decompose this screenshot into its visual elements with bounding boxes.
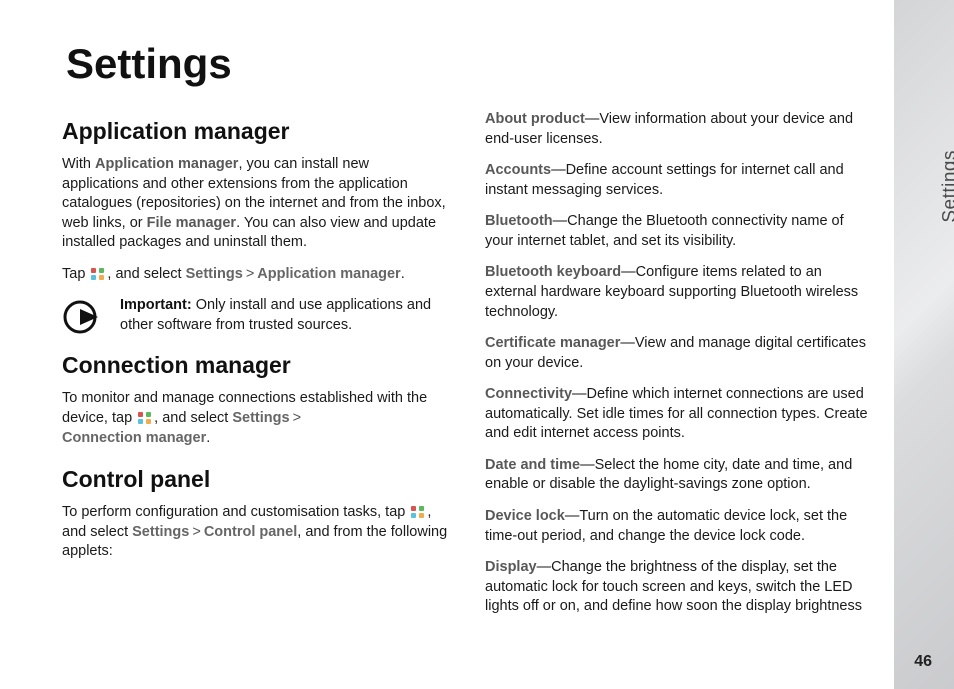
breadcrumb-separator: >	[192, 524, 200, 540]
text: To perform configuration and customisati…	[62, 504, 409, 520]
applet-entry: About product—View information about you…	[485, 110, 872, 149]
applet-label: Device lock	[485, 508, 565, 524]
text: .	[206, 430, 210, 446]
important-note: Important: Only install and use applicat…	[62, 296, 449, 336]
applet-entry: Display—Change the brightness of the dis…	[485, 558, 872, 617]
paragraph-app-manager-path: Tap , and select Settings>Application ma…	[62, 265, 449, 285]
content-area: Settings Application manager With Applic…	[62, 40, 872, 629]
applet-label: Display	[485, 559, 537, 575]
side-tab-label: Settings	[940, 150, 954, 223]
applet-entry: Date and time—Select the home city, date…	[485, 456, 872, 495]
apps-menu-icon	[91, 268, 105, 280]
applet-label: Bluetooth	[485, 213, 553, 229]
applet-label: About product	[485, 111, 585, 127]
path-settings: Settings	[132, 524, 189, 540]
heading-connection-manager: Connection manager	[62, 350, 449, 381]
columns: Application manager With Application man…	[62, 110, 872, 629]
text: , and select	[107, 266, 185, 282]
applet-label: Accounts	[485, 162, 551, 178]
text: .	[401, 266, 405, 282]
paragraph-app-manager-intro: With Application manager, you can instal…	[62, 155, 449, 253]
text: With	[62, 156, 95, 172]
applet-entry: Connectivity—Define which internet conne…	[485, 385, 872, 444]
text: , and select	[154, 410, 232, 426]
heading-application-manager: Application manager	[62, 116, 449, 147]
term-application-manager: Application manager	[95, 156, 238, 172]
applet-label: Bluetooth keyboard	[485, 264, 621, 280]
applet-label: Connectivity	[485, 386, 572, 402]
path-control-panel: Control panel	[204, 524, 297, 540]
paragraph-connection-manager: To monitor and manage connections establ…	[62, 389, 449, 448]
applet-entry: Device lock—Turn on the automatic device…	[485, 507, 872, 546]
path-application-manager: Application manager	[257, 266, 400, 282]
path-connection-manager: Connection manager	[62, 430, 206, 446]
applet-entry: Accounts—Define account settings for int…	[485, 161, 872, 200]
side-tab-background	[894, 0, 954, 689]
important-text: Important: Only install and use applicat…	[120, 296, 449, 335]
applet-description: —Change the brightness of the display, s…	[485, 559, 862, 614]
page-title: Settings	[66, 40, 872, 88]
apps-menu-icon	[411, 506, 425, 518]
applet-entry: Bluetooth—Change the Bluetooth connectiv…	[485, 212, 872, 251]
label-important: Important:	[120, 297, 192, 313]
applet-entry: Bluetooth keyboard—Configure items relat…	[485, 263, 872, 322]
path-settings: Settings	[232, 410, 289, 426]
apps-menu-icon	[138, 412, 152, 424]
breadcrumb-separator: >	[246, 266, 254, 282]
column-right: About product—View information about you…	[485, 110, 872, 629]
text: Tap	[62, 266, 89, 282]
applet-entry: Certificate manager—View and manage digi…	[485, 334, 872, 373]
heading-control-panel: Control panel	[62, 464, 449, 495]
path-settings: Settings	[186, 266, 243, 282]
paragraph-control-panel: To perform configuration and customisati…	[62, 503, 449, 562]
column-left: Application manager With Application man…	[62, 110, 449, 629]
page: Settings 46 Settings Application manager…	[0, 0, 954, 689]
term-file-manager: File manager	[147, 215, 236, 231]
page-number: 46	[914, 653, 932, 671]
breadcrumb-separator: >	[293, 410, 301, 426]
applet-label: Date and time	[485, 457, 580, 473]
important-icon	[62, 298, 106, 336]
applet-label: Certificate manager	[485, 335, 620, 351]
